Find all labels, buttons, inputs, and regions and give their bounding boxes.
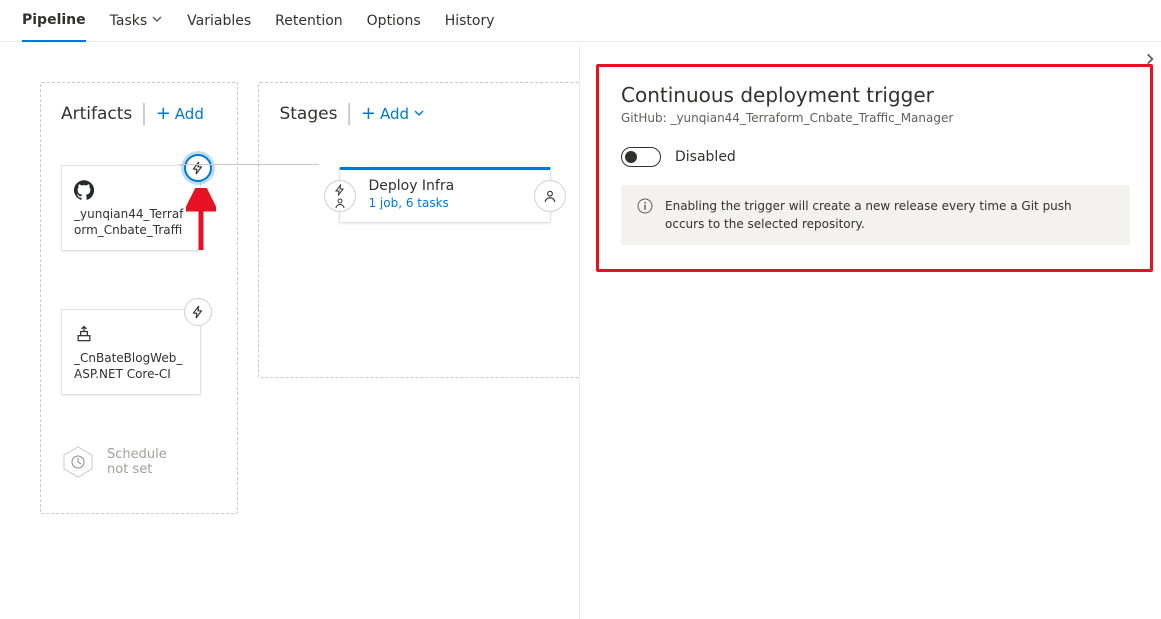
pipeline-tab-bar: Pipeline Tasks Variables Retention Optio… bbox=[0, 0, 1161, 42]
artifact-card[interactable]: _CnBateBlogWeb_ASP.NET Core-CI bbox=[61, 309, 201, 395]
chevron-right-icon bbox=[1143, 52, 1157, 66]
plus-icon: + bbox=[361, 105, 376, 123]
stages-panel: Stages | + Add Deploy Infra 1 job, bbox=[258, 82, 580, 378]
cd-trigger-button[interactable] bbox=[184, 154, 212, 182]
tab-label: Pipeline bbox=[22, 12, 86, 28]
tab-label: Options bbox=[367, 13, 421, 29]
cd-trigger-button[interactable] bbox=[184, 298, 212, 326]
stage-tasks-link[interactable]: 1 job, 6 tasks bbox=[368, 196, 538, 210]
stage-card[interactable]: Deploy Infra 1 job, 6 tasks bbox=[339, 167, 551, 223]
chevron-down-icon bbox=[413, 105, 425, 123]
header-separator: | bbox=[140, 103, 147, 125]
cd-trigger-side-panel: Continuous deployment trigger GitHub: _y… bbox=[579, 46, 1161, 619]
tab-label: History bbox=[445, 13, 495, 29]
tab-tasks[interactable]: Tasks bbox=[110, 0, 164, 41]
add-stage-button[interactable]: + Add bbox=[361, 105, 425, 123]
chevron-down-icon bbox=[151, 13, 163, 29]
tab-label: Variables bbox=[187, 13, 251, 29]
artifacts-title: Artifacts bbox=[61, 104, 132, 124]
add-label: Add bbox=[380, 105, 409, 123]
post-deploy-conditions-button[interactable] bbox=[534, 180, 566, 212]
tab-history[interactable]: History bbox=[445, 0, 495, 41]
lightning-icon bbox=[191, 305, 205, 319]
artifact-name: _yunqian44_Terraform_Cnbate_Traffi bbox=[74, 206, 188, 238]
add-label: Add bbox=[175, 105, 204, 123]
header-separator: | bbox=[345, 103, 352, 125]
clock-icon bbox=[61, 445, 95, 479]
person-icon bbox=[334, 197, 346, 209]
lightning-icon bbox=[334, 184, 346, 196]
artifacts-header: Artifacts | + Add bbox=[61, 103, 217, 125]
cd-trigger-toggle-row: Disabled bbox=[621, 147, 1130, 167]
info-callout: Enabling the trigger will create a new r… bbox=[621, 185, 1130, 245]
tab-label: Tasks bbox=[110, 13, 148, 29]
expand-panel-button[interactable] bbox=[1143, 52, 1157, 70]
tab-retention[interactable]: Retention bbox=[275, 0, 343, 41]
tab-label: Retention bbox=[275, 13, 343, 29]
toggle-knob bbox=[625, 151, 637, 163]
toggle-state-label: Disabled bbox=[675, 149, 736, 165]
stages-header: Stages | + Add bbox=[279, 103, 559, 125]
info-text: Enabling the trigger will create a new r… bbox=[665, 197, 1114, 233]
plus-icon: + bbox=[156, 105, 171, 123]
add-artifact-button[interactable]: + Add bbox=[156, 105, 204, 123]
artifact-name: _CnBateBlogWeb_ASP.NET Core-CI bbox=[74, 350, 188, 382]
tab-pipeline[interactable]: Pipeline bbox=[22, 1, 86, 42]
tab-variables[interactable]: Variables bbox=[187, 0, 251, 41]
tab-options[interactable]: Options bbox=[367, 0, 421, 41]
cd-trigger-toggle[interactable] bbox=[621, 147, 661, 167]
github-icon bbox=[74, 180, 94, 200]
schedule-button[interactable]: Schedule not set bbox=[61, 445, 217, 479]
stage-body: Deploy Infra 1 job, 6 tasks bbox=[340, 170, 550, 222]
side-panel-subtitle: GitHub: _yunqian44_Terraform_Cnbate_Traf… bbox=[621, 111, 1130, 125]
artifacts-panel: Artifacts | + Add _yunqian44_Terraform_C… bbox=[40, 82, 238, 514]
cd-trigger-highlight: Continuous deployment trigger GitHub: _y… bbox=[596, 64, 1153, 272]
pre-deploy-conditions-button[interactable] bbox=[324, 180, 356, 212]
azure-build-icon bbox=[74, 324, 94, 344]
stages-title: Stages bbox=[279, 104, 337, 124]
artifact-card[interactable]: _yunqian44_Terraform_Cnbate_Traffi bbox=[61, 165, 201, 251]
side-panel-title: Continuous deployment trigger bbox=[621, 83, 1130, 107]
stage-name: Deploy Infra bbox=[368, 178, 538, 194]
person-icon bbox=[543, 189, 557, 203]
schedule-text: Schedule not set bbox=[107, 447, 167, 477]
annotation-arrow-icon bbox=[186, 188, 216, 258]
info-icon bbox=[637, 198, 653, 214]
